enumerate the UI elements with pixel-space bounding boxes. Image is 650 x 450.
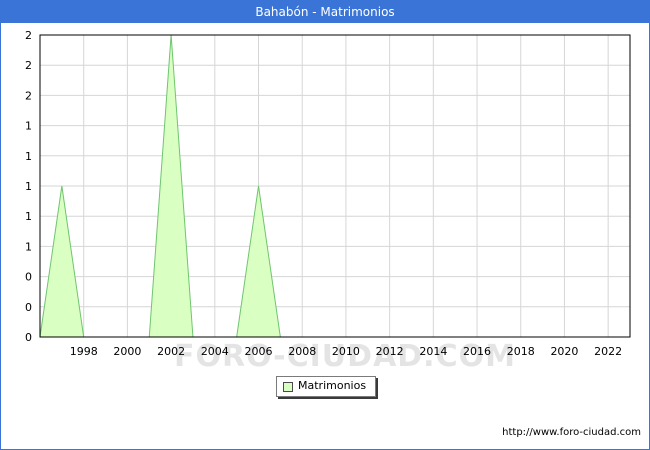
x-tick-label: 2000 bbox=[113, 345, 141, 358]
legend-label: Matrimonios bbox=[298, 379, 367, 392]
x-tick-label: 2002 bbox=[157, 345, 185, 358]
x-tick-label: 2008 bbox=[288, 345, 316, 358]
y-tick-label: 0 bbox=[25, 331, 32, 344]
y-tick-label: 1 bbox=[25, 240, 32, 253]
legend-swatch bbox=[283, 382, 293, 392]
x-tick-label: 1998 bbox=[70, 345, 98, 358]
source-url[interactable]: http://www.foro-ciudad.com bbox=[502, 427, 641, 438]
y-tick-label: 0 bbox=[25, 301, 32, 314]
y-tick-label: 0 bbox=[25, 271, 32, 284]
x-tick-label: 2022 bbox=[594, 345, 622, 358]
legend: Matrimonios bbox=[276, 376, 376, 397]
x-tick-label: 2010 bbox=[332, 345, 360, 358]
y-tick-label: 1 bbox=[25, 180, 32, 193]
y-tick-label: 2 bbox=[25, 29, 32, 42]
x-tick-label: 2012 bbox=[376, 345, 404, 358]
x-tick-label: 2006 bbox=[245, 345, 273, 358]
y-tick-label: 2 bbox=[25, 89, 32, 102]
x-tick-label: 2016 bbox=[463, 345, 491, 358]
y-tick-label: 1 bbox=[25, 150, 32, 163]
y-tick-label: 2 bbox=[25, 59, 32, 72]
x-tick-label: 2014 bbox=[419, 345, 447, 358]
y-tick-label: 1 bbox=[25, 120, 32, 133]
x-tick-label: 2004 bbox=[201, 345, 229, 358]
y-tick-label: 1 bbox=[25, 210, 32, 223]
x-tick-label: 2020 bbox=[550, 345, 578, 358]
x-tick-label: 2018 bbox=[507, 345, 535, 358]
